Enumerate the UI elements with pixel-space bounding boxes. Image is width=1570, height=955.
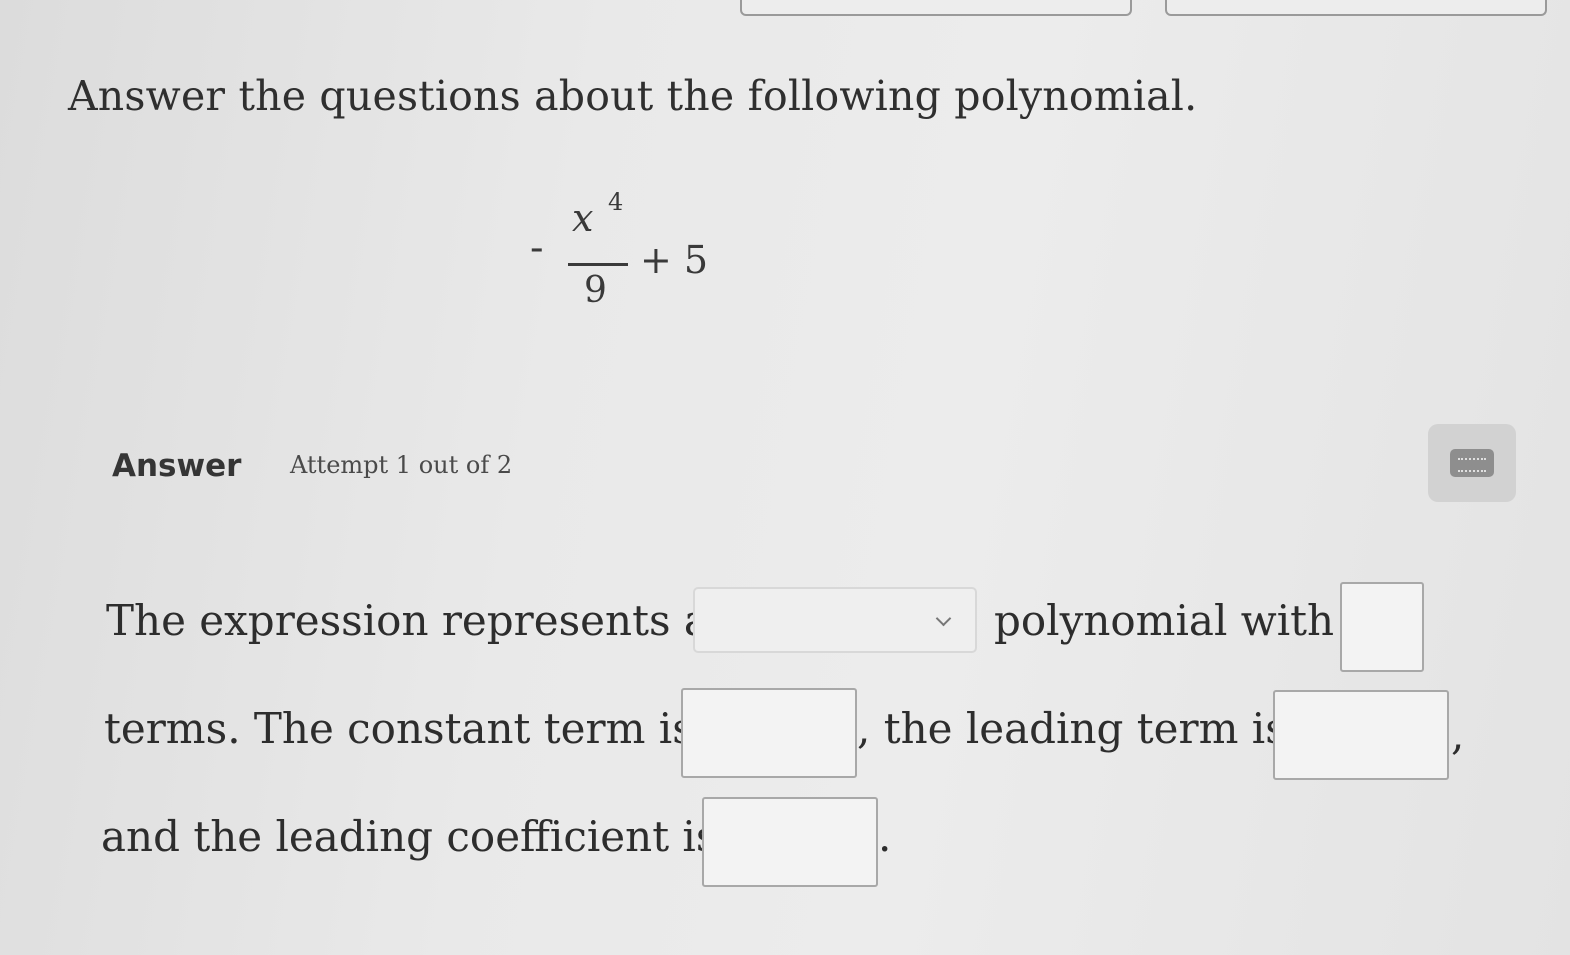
keyboard-icon [1450, 449, 1494, 477]
sentence-part-1: The expression represents a [106, 596, 709, 645]
keyboard-button[interactable] [1428, 424, 1516, 502]
question-title: Answer the questions about the following… [68, 72, 1198, 120]
expression-denominator: 9 [584, 270, 607, 311]
top-tab-left[interactable] [740, 0, 1132, 16]
polynomial-type-select[interactable] [693, 587, 977, 653]
sentence-part-2: polynomial with [994, 596, 1335, 645]
attempt-counter: Attempt 1 out of 2 [290, 451, 513, 479]
expression-plus-term: + 5 [640, 238, 709, 282]
sentence-part-7: . [878, 812, 892, 861]
fraction-bar [568, 263, 628, 266]
num-terms-input[interactable] [1340, 582, 1424, 672]
expression-minus: - [530, 225, 544, 271]
leading-coefficient-input[interactable] [702, 797, 878, 887]
sentence-part-4: , the leading term is [857, 704, 1287, 753]
polynomial-expression: - x 4 9 + 5 [530, 188, 750, 330]
answer-label: Answer [112, 448, 242, 484]
top-tab-right[interactable] [1165, 0, 1547, 16]
leading-term-input[interactable] [1273, 690, 1449, 780]
chevron-down-icon [935, 610, 952, 627]
sentence-part-5: , [1451, 710, 1465, 759]
sentence-part-3: terms. The constant term is [104, 704, 694, 753]
expression-numerator: x [572, 196, 594, 240]
expression-exponent: 4 [608, 188, 624, 216]
constant-term-input[interactable] [681, 688, 857, 778]
sentence-part-6: and the leading coefficient is [101, 812, 718, 861]
